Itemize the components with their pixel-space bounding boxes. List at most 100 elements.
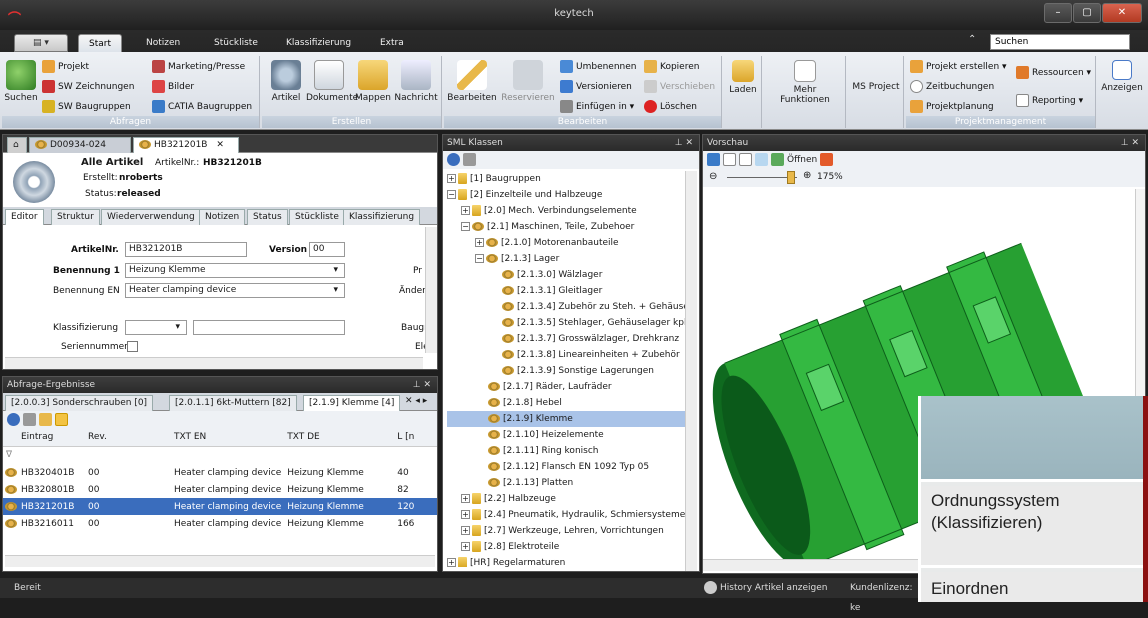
history-button[interactable]: History Artikel anzeigen <box>704 578 828 598</box>
catia-button[interactable]: CATIA Baugruppen <box>152 100 252 113</box>
tree-node[interactable]: [2.1.3.9] Sonstige Lagerungen <box>447 363 695 379</box>
collapse-icon[interactable]: − <box>461 222 470 231</box>
zoom-in-icon[interactable]: ⊕ <box>803 170 811 181</box>
doc-tab-d00934[interactable]: D00934-024 <box>29 137 131 153</box>
col-txt-en[interactable]: TXT EN <box>171 429 284 446</box>
filter-row[interactable]: ∇ <box>3 446 437 464</box>
projektplanung-button[interactable]: Projektplanung <box>910 100 994 113</box>
table-row[interactable]: HB320401B 00 Heater clamping device Heizung… <box>3 464 437 481</box>
tree-node[interactable]: + [2.1.0] Motorenanbauteile <box>447 235 695 251</box>
panel-pin-close-icon[interactable]: ⊥ ✕ <box>1121 135 1139 151</box>
zeitbuchungen-button[interactable]: Zeitbuchungen <box>910 80 994 93</box>
col-eintrag[interactable]: Eintrag <box>3 429 85 446</box>
zoom-out-icon[interactable]: ⊖ <box>709 171 717 182</box>
expand-icon[interactable]: + <box>475 238 484 247</box>
refresh-icon[interactable] <box>447 153 460 166</box>
expand-icon[interactable]: + <box>461 494 470 503</box>
loeschen-button[interactable]: Löschen <box>644 100 697 113</box>
search-input[interactable]: Suchen <box>990 34 1130 50</box>
suchen-button[interactable]: Suchen <box>4 60 38 103</box>
measure-icon[interactable] <box>755 153 768 166</box>
tree-node[interactable]: + [2.4] Pneumatik, Hydraulik, Schmiersyst… <box>447 507 695 523</box>
maximize-button[interactable]: ▢ <box>1073 3 1101 23</box>
sml-vertical-scrollbar[interactable] <box>685 171 697 571</box>
zoom-slider-thumb[interactable] <box>787 171 795 184</box>
versionieren-button[interactable]: Versionieren <box>560 80 632 93</box>
tab-stueckliste-art[interactable]: Stückliste <box>289 209 345 225</box>
expand-icon[interactable]: + <box>447 558 456 567</box>
expand-icon[interactable]: + <box>461 542 470 551</box>
col-rev[interactable]: Rev. <box>85 429 171 446</box>
table-row[interactable]: HB320801B 00 Heater clamping device Heizung… <box>3 481 437 498</box>
tree-node[interactable]: [2.1.10] Heizelemente <box>447 427 695 443</box>
klassifizierung-field[interactable] <box>193 320 345 335</box>
reservieren-button[interactable]: Reservieren <box>500 60 556 103</box>
tree-node[interactable]: [2.1.11] Ring konisch <box>447 443 695 459</box>
refresh-icon[interactable] <box>7 413 20 426</box>
tree-node[interactable]: [2.1.12] Flansch EN 1092 Typ 05 <box>447 459 695 475</box>
tree-node[interactable]: [2.1.3.8] Lineareinheiten + Zubehör <box>447 347 695 363</box>
editor-vertical-scrollbar[interactable] <box>425 227 437 353</box>
col-txt-de[interactable]: TXT DE <box>284 429 394 446</box>
export-icon[interactable] <box>55 413 68 426</box>
expand-icon[interactable]: + <box>461 510 470 519</box>
tab-scroll-icon[interactable]: ✕ ◂ ▸ <box>405 396 427 406</box>
minimize-button[interactable]: – <box>1044 3 1072 23</box>
results-horizontal-scrollbar[interactable] <box>5 555 435 567</box>
kopieren-button[interactable]: Kopieren <box>644 60 699 73</box>
umbenennen-button[interactable]: Umbenennen <box>560 60 637 73</box>
tree-node[interactable]: − [2.1] Maschinen, Teile, Zubehoer <box>447 219 695 235</box>
col-length[interactable]: L [n <box>394 429 437 446</box>
tree-node[interactable]: [2.1.3.7] Grosswälzlager, Drehkranz <box>447 331 695 347</box>
mappen-button[interactable]: Mappen <box>354 60 392 103</box>
tab-klassifizierung[interactable]: Klassifizierung <box>276 34 361 52</box>
panel-pin-close-icon[interactable]: ⊥ ✕ <box>413 377 431 393</box>
marketing-button[interactable]: Marketing/Presse <box>152 60 245 73</box>
collapse-icon[interactable]: − <box>475 254 484 263</box>
tab-stueckliste[interactable]: Stückliste <box>204 34 268 52</box>
tree-node[interactable]: [2.1.3.1] Gleitlager <box>447 283 695 299</box>
application-menu-button[interactable]: ▤ ▾ <box>14 34 68 52</box>
results-tab-sonderschrauben[interactable]: [2.0.0.3] Sonderschrauben [0] <box>5 395 154 411</box>
tree-node[interactable]: + [2.7] Werkzeuge, Lehren, Vorrichtungen <box>447 523 695 539</box>
tab-wiederverwendung[interactable]: Wiederverwendung <box>101 209 201 225</box>
close-window-button[interactable]: ✕ <box>1102 3 1142 23</box>
tree-node[interactable]: + [2.2] Halbzeuge <box>447 491 695 507</box>
open-button[interactable]: Öffnen <box>787 155 817 165</box>
einfuegen-button[interactable]: Einfügen in ▾ <box>560 100 634 113</box>
bilder-button[interactable]: Bilder <box>152 80 194 93</box>
laden-button[interactable]: Laden <box>728 60 758 95</box>
tree-node[interactable]: [2.1.7] Räder, Laufräder <box>447 379 695 395</box>
expand-icon[interactable]: + <box>461 206 470 215</box>
tree-node[interactable]: [2.1.3.5] Stehlager, Gehäuselager kpl <box>447 315 695 331</box>
results-tab-muttern[interactable]: [2.0.1.1] 6kt-Muttern [82] <box>169 395 297 411</box>
tab-klassifizierung-art[interactable]: Klassifizierung <box>343 209 421 225</box>
image-icon[interactable] <box>723 153 736 166</box>
close-tab-icon[interactable]: ✕ <box>216 140 224 150</box>
artikelnr-field[interactable]: HB321201B <box>125 242 247 257</box>
msproject-button[interactable]: MS Project <box>850 82 902 92</box>
sw-zeichnungen-button[interactable]: SW Zeichnungen <box>42 80 134 93</box>
verschieben-button[interactable]: Verschieben <box>644 80 715 93</box>
tree-node[interactable]: [2.1.3.4] Zubehör zu Steh. + Gehäuse <box>447 299 695 315</box>
tab-start[interactable]: Start <box>78 34 122 52</box>
klassifizierung-select[interactable]: ▾ <box>125 320 187 335</box>
sw-baugruppen-button[interactable]: SW Baugruppen <box>42 100 131 113</box>
tab-editor[interactable]: Editor <box>5 209 44 225</box>
tree-node[interactable]: + [2.0] Mech. Verbindungselemente <box>447 203 695 219</box>
reporting-button[interactable]: Reporting ▾ <box>1016 94 1083 107</box>
artikel-button[interactable]: Artikel <box>266 60 306 103</box>
projekt-button[interactable]: Projekt <box>42 60 89 73</box>
layout-icon[interactable] <box>739 153 752 166</box>
table-row[interactable]: HB321201B 00 Heater clamping device Heizung… <box>3 498 437 515</box>
seriennummer-checkbox[interactable] <box>127 341 138 352</box>
tab-struktur[interactable]: Struktur <box>51 209 100 225</box>
tree-node[interactable]: − [2] Einzelteile und Halbzeuge <box>447 187 695 203</box>
collapse-ribbon-icon[interactable]: ⌃ <box>968 34 976 45</box>
results-tab-klemme[interactable]: [2.1.9] Klemme [4] <box>303 395 401 411</box>
filter-icon[interactable] <box>463 153 476 166</box>
tree-node[interactable]: + [2.8] Elektroteile <box>447 539 695 555</box>
tab-notizen[interactable]: Notizen <box>136 34 190 52</box>
dokumente-button[interactable]: Dokumente <box>306 60 358 103</box>
tab-status[interactable]: Status <box>247 209 288 225</box>
